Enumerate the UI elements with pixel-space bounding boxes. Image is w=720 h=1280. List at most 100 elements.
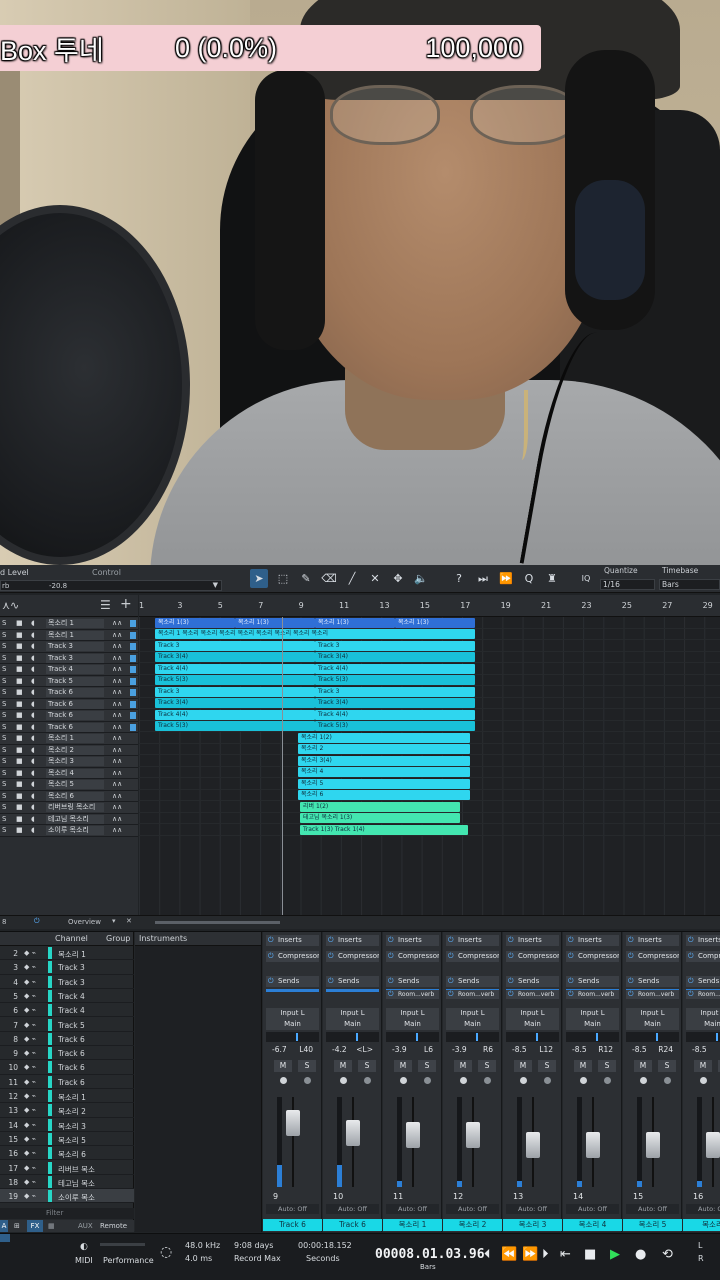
mute-button[interactable]: M (514, 1060, 532, 1072)
solo-icon[interactable]: ■ (16, 688, 23, 696)
channel-list-item[interactable]: 11 ◆ ⌁ Track 6 (0, 1075, 134, 1089)
pan-slider[interactable] (506, 1032, 559, 1042)
visibility-icon[interactable]: ◆ ⌁ (24, 1049, 36, 1057)
automation-icon[interactable]: ∧∧ (112, 803, 122, 811)
track-row[interactable]: S ■ ◖ Track 6 ∧∧ (0, 687, 138, 699)
audio-clip[interactable]: 테고님 목소리 1(3) (300, 813, 460, 823)
audio-clip[interactable]: Track 4(4) (155, 709, 315, 720)
audio-clip[interactable]: 목소리 1(3) (155, 617, 235, 628)
solo-icon[interactable]: ■ (16, 780, 23, 788)
track-row[interactable]: S ■ ◖ 목소리 3 ∧∧ (0, 756, 138, 768)
mute-button[interactable]: M (394, 1060, 412, 1072)
track-name[interactable]: Track 6 (46, 688, 104, 697)
sends-button[interactable]: Sends (566, 976, 619, 987)
sends-button[interactable]: Sends (446, 976, 499, 987)
inserts-button[interactable]: Inserts (566, 935, 619, 946)
record-arm-icon[interactable]: S (2, 677, 6, 685)
channel-header[interactable]: Channel (55, 934, 88, 943)
send-slot[interactable]: Room...verb (686, 990, 720, 999)
send-slot[interactable]: Room...verb (386, 990, 439, 999)
monitor-icon[interactable]: ◖ (31, 769, 35, 777)
channel-list-item[interactable]: 13 ◆ ⌁ 목소리 2 (0, 1103, 134, 1118)
audio-clip[interactable]: Track 1(3) Track 1(4) (300, 824, 468, 835)
add-track-icon[interactable]: + (120, 596, 132, 612)
pan-slider[interactable] (266, 1032, 319, 1042)
track-row[interactable]: S ■ ◖ 목소리 1 ∧∧ (0, 733, 138, 745)
grid-tab[interactable]: ▦ (48, 1220, 55, 1232)
audio-clip[interactable]: 목소리 1 목소리 목소리 목소리 목소리 목소리 목소리 목소리 목소리 (155, 629, 475, 639)
visibility-icon[interactable]: ◆ ⌁ (24, 1121, 36, 1129)
fast-forward-icon[interactable]: ⏩ (522, 1247, 538, 1262)
solo-button[interactable]: S (418, 1060, 436, 1072)
channel-list-item[interactable]: 19 ◆ ⌁ 소이루 목소 (0, 1189, 134, 1204)
pan-slider[interactable] (686, 1032, 720, 1042)
io-select[interactable]: Input L Main (386, 1008, 439, 1030)
bend-tool-icon[interactable]: ✥ (389, 569, 407, 588)
timebase-select[interactable]: Bars (659, 579, 720, 590)
volume-fader[interactable] (406, 1122, 420, 1148)
automation-mode[interactable]: Auto: Off (326, 1204, 379, 1214)
automation-icon[interactable]: ∧∧ (112, 677, 122, 685)
automation-icon[interactable]: ∧∧ (112, 792, 122, 800)
record-icon[interactable] (700, 1077, 707, 1084)
audio-clip[interactable]: 목소리 3(4) (298, 755, 470, 766)
track-row[interactable]: S ■ ◖ 목소리 5 ∧∧ (0, 779, 138, 791)
close-icon[interactable]: ✕ (126, 917, 132, 925)
visibility-icon[interactable]: ◆ ⌁ (24, 1164, 36, 1172)
audio-clip[interactable]: 목소리 6 (298, 790, 470, 800)
audio-clip[interactable]: Track 5(3) (315, 675, 475, 685)
track-name[interactable]: 테고님 목소리 (46, 814, 104, 824)
io-select[interactable]: Input L Main (566, 1008, 619, 1030)
audio-clip[interactable]: Track 3 (155, 640, 315, 651)
visibility-icon[interactable]: ◆ ⌁ (24, 1035, 36, 1043)
channel-name-label[interactable]: 목소리 (683, 1219, 720, 1231)
solo-icon[interactable]: ■ (16, 665, 23, 673)
io-select[interactable]: Input L Main (506, 1008, 559, 1030)
remote-tab[interactable]: Remote (100, 1220, 127, 1232)
monitor-icon[interactable] (664, 1077, 671, 1084)
stop-icon[interactable]: ■ (584, 1247, 596, 1262)
play-icon[interactable]: ▶ (610, 1247, 620, 1262)
record-arm-icon[interactable]: S (2, 665, 6, 673)
track-row[interactable]: S ■ ◖ 목소리 1 ∧∧ (0, 618, 138, 630)
send-level[interactable] (326, 989, 379, 992)
volume-fader[interactable] (466, 1122, 480, 1148)
power-icon[interactable]: ⏻ (34, 917, 40, 926)
automation-icon[interactable]: ∧∧ (112, 746, 122, 754)
io-select[interactable]: Input L Main (626, 1008, 679, 1030)
monitor-icon[interactable]: ◖ (31, 688, 35, 696)
track-name[interactable]: 리버브링 목소리 (46, 803, 104, 812)
solo-icon[interactable]: ■ (16, 769, 23, 777)
snap-events-icon[interactable]: ⏩ (497, 569, 515, 588)
track-name[interactable]: 목소리 1 (46, 734, 104, 743)
solo-icon[interactable]: ■ (16, 757, 23, 765)
listen-tool-icon[interactable]: 🔈 (412, 569, 430, 588)
automation-icon[interactable]: ∧∧ (112, 665, 122, 673)
mute-button[interactable]: M (274, 1060, 292, 1072)
automation-icon[interactable]: ∧∧ (112, 734, 122, 742)
solo-icon[interactable]: ■ (16, 654, 23, 662)
arrow-tool-icon[interactable]: ➤ (250, 569, 268, 588)
track-row[interactable]: S ■ ◖ 리버브링 목소리 ∧∧ (0, 802, 138, 814)
visibility-icon[interactable]: ◆ ⌁ (24, 978, 36, 986)
solo-icon[interactable]: ■ (16, 815, 23, 823)
channel-name-label[interactable]: 목소리 3 (503, 1219, 562, 1231)
solo-icon[interactable]: ■ (16, 700, 23, 708)
inserts-button[interactable]: Inserts (326, 935, 379, 946)
audio-clip[interactable]: 목소리 2 (298, 744, 470, 754)
volume-fader[interactable] (706, 1132, 720, 1158)
solo-icon[interactable]: ■ (16, 642, 23, 650)
audio-clip[interactable]: Track 4(4) (155, 663, 315, 674)
loop-icon[interactable]: ⟲ (662, 1247, 673, 1262)
monitor-icon[interactable] (424, 1077, 431, 1084)
pan-slider[interactable] (326, 1032, 379, 1042)
record-arm-icon[interactable]: S (2, 688, 6, 696)
solo-button[interactable]: S (538, 1060, 556, 1072)
pencil-tool-icon[interactable]: ✎ (297, 569, 315, 588)
record-icon[interactable] (640, 1077, 647, 1084)
record-arm-icon[interactable]: S (2, 723, 6, 731)
monitor-icon[interactable]: ◖ (31, 792, 35, 800)
monitor-icon[interactable]: ◖ (31, 700, 35, 708)
in-tab[interactable]: A (0, 1220, 8, 1232)
track-name[interactable]: Track 3 (46, 653, 104, 663)
